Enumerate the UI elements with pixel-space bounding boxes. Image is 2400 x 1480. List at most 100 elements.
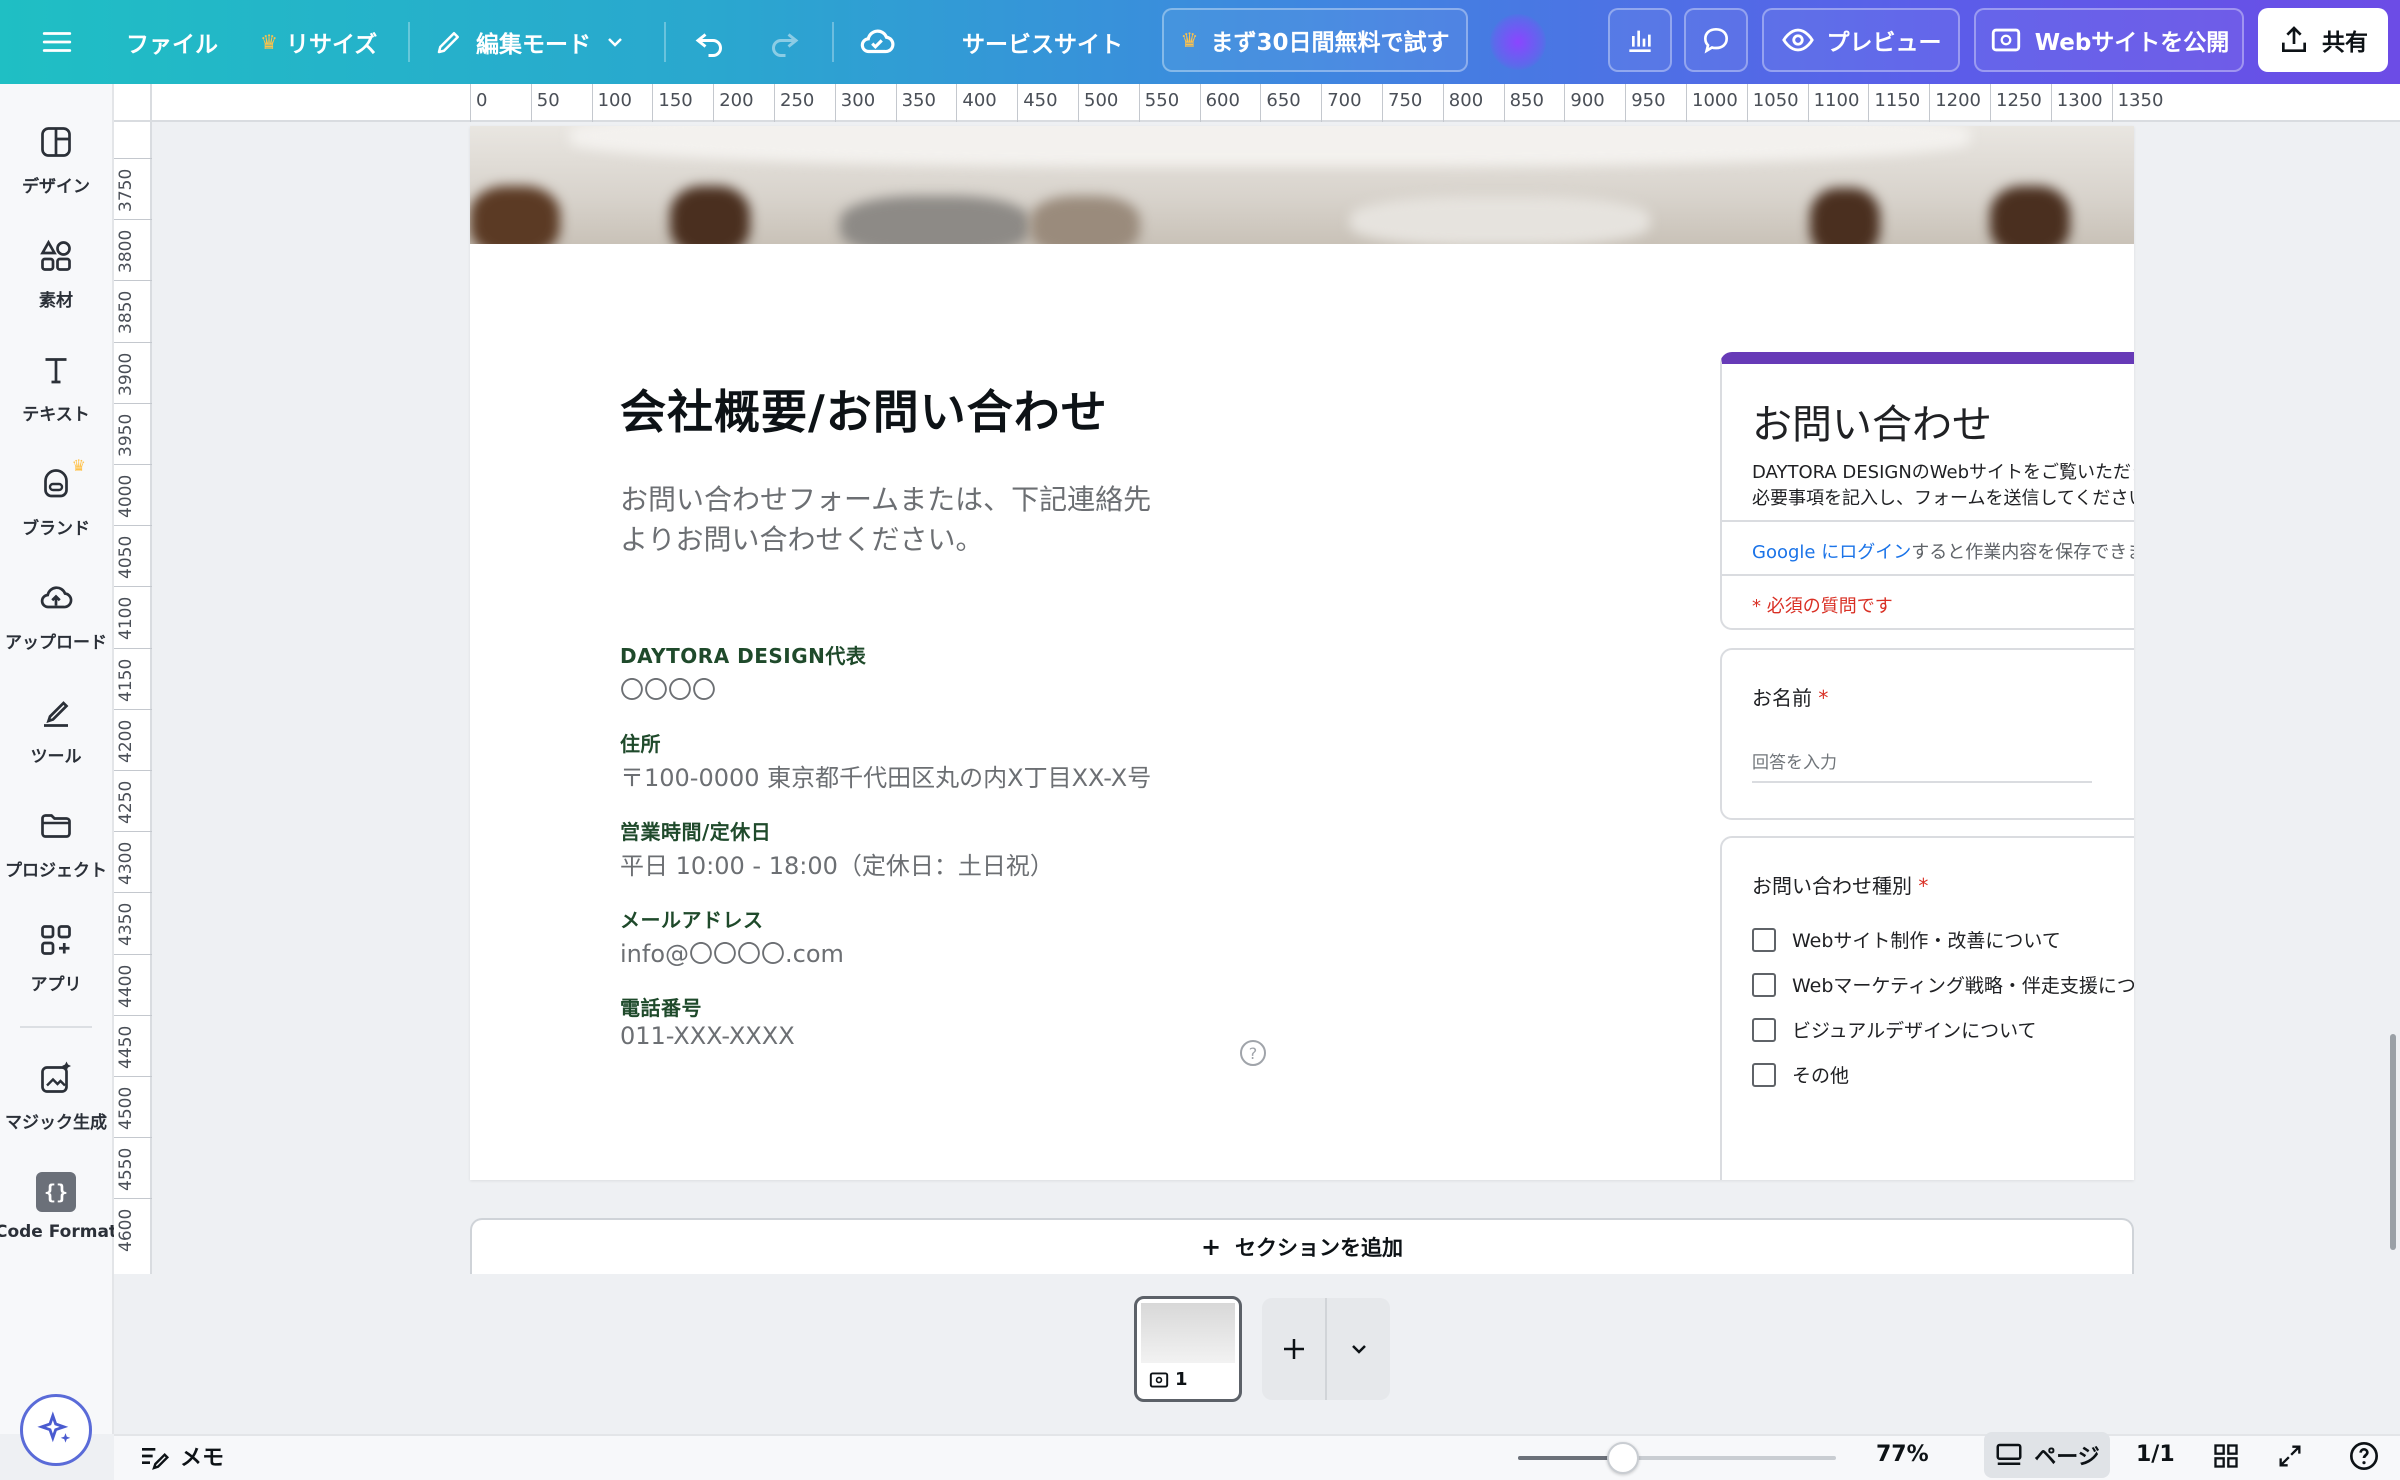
zoom-slider-handle[interactable] <box>1606 1442 1639 1474</box>
ruler-tick <box>1686 84 1687 122</box>
ruler-tick <box>1199 84 1201 122</box>
sidebar-item-brand[interactable]: ♛ ブランド <box>0 456 112 539</box>
design-page[interactable]: 会社概要/お問い合わせ お問い合わせフォームまたは、下記連絡先よりお問い合わせく… <box>470 126 2134 1180</box>
ruler-label: 1300 <box>2056 90 2103 111</box>
ruler-tick <box>1138 84 1140 122</box>
ruler-tick <box>834 84 836 122</box>
required-star: * <box>1818 686 1829 710</box>
add-section-button[interactable]: + セクションを追加 <box>470 1218 2134 1274</box>
image-blob <box>670 186 750 244</box>
ruler-label: 400 <box>962 90 997 111</box>
checkbox-option[interactable]: Webサイト制作・改善について <box>1752 926 2061 953</box>
checkbox-option[interactable]: ビジュアルデザインについて <box>1752 1016 2037 1043</box>
sidebar-item-elements[interactable]: 素材 <box>0 234 112 311</box>
ruler-tick <box>956 84 958 122</box>
form-help-icon[interactable]: ? <box>1240 1040 1266 1066</box>
plus-icon: + <box>1200 1233 1222 1261</box>
ruler-label: 4300 <box>116 841 136 886</box>
zoom-slider[interactable] <box>1518 1456 1836 1460</box>
save-status-button[interactable] <box>858 0 896 84</box>
embedded-form[interactable]: お問い合わせ DAYTORA DESIGNのWebサイトをご覧いただきありがとう… <box>1720 352 2134 1180</box>
ruler-label: 4400 <box>116 964 136 1008</box>
ruler-label: 1250 <box>1996 90 2042 111</box>
add-page-options-button[interactable] <box>1325 1298 1390 1400</box>
brand-icon: ♛ <box>34 456 86 506</box>
add-page-button[interactable] <box>1262 1298 1325 1400</box>
checkbox[interactable] <box>1752 1017 1776 1042</box>
ruler-tick <box>591 84 593 122</box>
horizontal-ruler: 0 50 100 150 200 250 300 350 400 450 500 550 600 650 7… <box>152 84 2400 122</box>
publish-website-button[interactable]: Webサイトを公開 <box>1974 8 2244 72</box>
form-description: DAYTORA DESIGNのWebサイトをご覧いただきありがとうございます。 … <box>1752 462 2134 509</box>
google-login-link[interactable]: Google にログイン <box>1752 542 1911 563</box>
share-upload-icon <box>2282 26 2306 52</box>
sidebar-item-design[interactable]: デザイン <box>0 120 112 197</box>
share-button[interactable]: 共有 <box>2258 8 2388 72</box>
info-value: 011-XXX-XXXX <box>620 1022 795 1050</box>
redo-button[interactable] <box>766 0 802 84</box>
ruler-label: 850 <box>1509 90 1544 111</box>
edit-mode-dropdown[interactable]: 編集モード <box>434 0 627 84</box>
fullscreen-button[interactable] <box>2274 1440 2306 1472</box>
intro-text: お問い合わせフォームまたは、下記連絡先よりお問い合わせください。 <box>620 483 1152 556</box>
sparkle-icon <box>37 1411 71 1443</box>
question-title: お名前 * <box>1752 686 1829 710</box>
top-toolbar: ファイル ♛ リサイズ 編集モード サービスサイト ♛ まず30日間無料で試す … <box>0 0 2400 84</box>
ruler-label: 1050 <box>1752 90 1799 111</box>
draw-tool-icon <box>34 690 78 734</box>
page-count: 1/1 <box>2136 1442 2175 1467</box>
ruler-tick <box>470 84 471 122</box>
sidebar-item-code-format[interactable]: {} Code Format <box>0 1170 117 1242</box>
image-blob <box>1990 186 2070 244</box>
ruler-tick <box>1868 84 1870 122</box>
ruler-tick <box>1625 84 1627 122</box>
page-view-button[interactable]: ページ <box>1984 1432 2110 1478</box>
sidebar-item-uploads[interactable]: アップロード <box>0 576 112 653</box>
crown-icon: ♛ <box>1180 28 1199 52</box>
info-label: メールアドレス <box>620 908 764 932</box>
sidebar-item-apps[interactable]: アプリ <box>0 918 112 995</box>
checkbox[interactable] <box>1752 927 1776 952</box>
hero-image-strip[interactable] <box>470 126 2134 244</box>
name-input[interactable]: 回答を入力 <box>1752 748 2092 783</box>
insights-button[interactable] <box>1608 8 1672 72</box>
sidebar-item-text[interactable]: テキスト <box>0 348 112 425</box>
sidebar-item-projects[interactable]: プロジェクト <box>0 804 112 881</box>
redo-icon <box>772 33 799 57</box>
sidebar-item-tools[interactable]: ツール <box>0 690 112 767</box>
page-thumbnail[interactable]: 1 <box>1134 1296 1242 1402</box>
checkbox[interactable] <box>1752 972 1776 997</box>
page-title: 会社概要/お問い合わせ <box>620 385 1108 439</box>
checkbox[interactable] <box>1752 1062 1776 1087</box>
avatar[interactable] <box>1490 14 1546 70</box>
image-blob <box>1030 196 1140 244</box>
form-divider <box>1722 574 2134 576</box>
service-site-title[interactable]: サービスサイト <box>962 0 1123 84</box>
ruler-label: 3850 <box>116 291 136 335</box>
resize-button[interactable]: ♛ リサイズ <box>260 0 377 84</box>
free-trial-button[interactable]: ♛ まず30日間無料で試す <box>1162 8 1468 72</box>
contact-heading-block[interactable]: 会社概要/お問い合わせ <box>620 376 1160 442</box>
help-button[interactable] <box>2348 1440 2380 1472</box>
ruler-label: 1100 <box>1813 90 1860 111</box>
undo-button[interactable] <box>692 0 728 84</box>
notes-button[interactable]: メモ <box>138 1440 224 1472</box>
sidebar-item-magic-media[interactable]: マジック生成 <box>0 1056 112 1133</box>
info-label: 住所 <box>620 732 661 756</box>
canvas-scrollbar[interactable] <box>2390 1034 2396 1250</box>
ruler-label: 4050 <box>116 535 136 580</box>
ruler-tick <box>2050 84 2052 122</box>
bar-chart-icon <box>1629 30 1651 52</box>
file-menu[interactable]: ファイル <box>126 0 218 84</box>
magic-assistant-button[interactable] <box>20 1394 92 1466</box>
comments-button[interactable] <box>1684 8 1748 72</box>
checkbox-option[interactable]: Webマーケティング戦略・伴走支援について <box>1752 971 2134 998</box>
thumbnail-label: 1 <box>1149 1369 1188 1390</box>
upload-icon <box>34 576 78 620</box>
zoom-level[interactable]: 77% <box>1876 1442 1929 1467</box>
grid-view-button[interactable] <box>2210 1440 2242 1472</box>
preview-button[interactable]: プレビュー <box>1762 8 1960 72</box>
menu-button[interactable] <box>40 0 74 84</box>
checkbox-option[interactable]: その他 <box>1752 1061 1849 1088</box>
ruler-label: 650 <box>1266 90 1301 111</box>
